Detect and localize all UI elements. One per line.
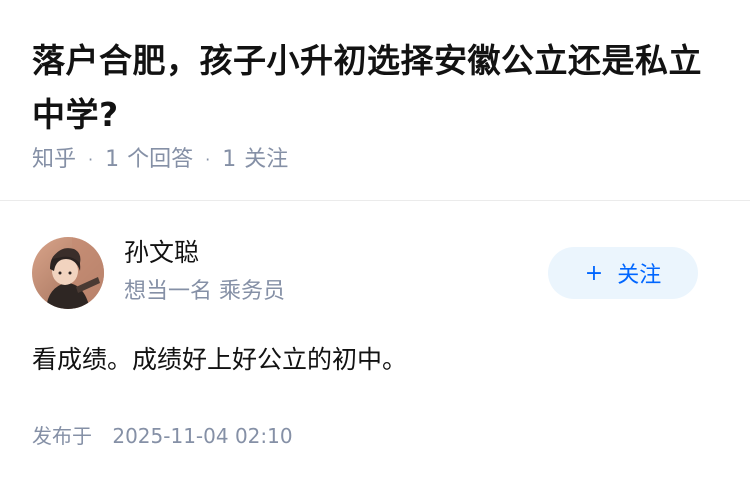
published-label: 发布于 [32,424,92,448]
answer-content[interactable]: 看成绩。成绩好上好公立的初中。 [32,340,407,380]
meta-separator: · [88,150,94,169]
divider [0,200,750,201]
answer-page: 落户合肥，孩子小升初选择安徽公立还是私立中学? 知乎 · 1 个回答 · 1 关… [0,0,750,490]
follow-count-label[interactable]: 关注 [244,145,288,175]
meta-separator: · [205,150,211,169]
publish-info: 发布于 2025-11-04 02:10 [32,421,293,451]
published-time: 2025-11-04 02:10 [112,424,293,448]
answer-count: 1 [105,147,120,172]
follow-button-label: 关注 [617,263,662,288]
answer-count-label[interactable]: 个回答 [127,145,193,175]
author-avatar[interactable] [32,237,104,309]
author-bio: 想当一名 乘务员 [124,279,285,304]
question-meta: 知乎 · 1 个回答 · 1 关注 [32,145,288,175]
follow-button[interactable]: + 关注 [548,247,698,299]
author-name[interactable]: 孙文聪 [124,236,199,270]
plus-icon: + [584,260,604,286]
avatar-illustration [32,237,104,309]
source-label[interactable]: 知乎 [32,145,76,175]
question-title[interactable]: 落户合肥，孩子小升初选择安徽公立还是私立中学? [32,34,722,142]
follow-count: 1 [222,147,237,172]
